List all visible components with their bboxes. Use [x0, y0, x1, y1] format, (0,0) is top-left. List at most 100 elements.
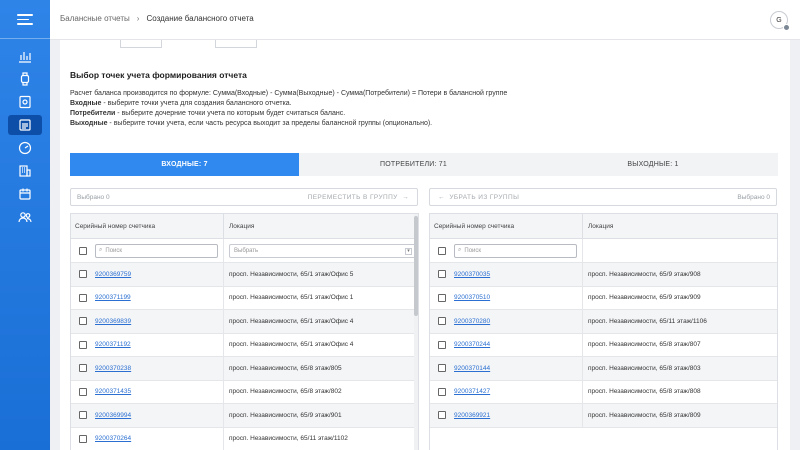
table-row[interactable]: 9200370280 просп. Независимости, 65/11 эт…: [430, 310, 777, 334]
row-checkbox[interactable]: [79, 387, 87, 396]
select-all-checkbox[interactable]: [79, 246, 87, 255]
sidebar-item-users[interactable]: [8, 207, 42, 227]
serial-link[interactable]: 9200370280: [454, 318, 490, 325]
table-row[interactable]: 9200371192 просп. Независимости, 65/1 эта…: [71, 333, 418, 357]
table-row[interactable]: 9200370264 просп. Независимости, 65/11 эт…: [71, 427, 418, 450]
consumers-desc: - выберите дочерние точки учета по котор…: [115, 110, 346, 117]
row-checkbox-cell: [71, 317, 95, 326]
row-checkbox-cell: [71, 364, 95, 373]
row-checkbox-cell: [430, 340, 454, 349]
row-checkbox[interactable]: [79, 434, 87, 443]
table-row[interactable]: 9200371427 просп. Независимости, 65/8 эта…: [430, 380, 777, 404]
table-row[interactable]: 9200369921 просп. Независимости, 65/8 эта…: [430, 404, 777, 428]
location-cell: просп. Независимости, 65/11 этаж/1106: [588, 317, 707, 325]
row-checkbox-cell: [430, 270, 454, 279]
remove-from-group-button[interactable]: ← УБРАТЬ ИЗ ГРУППЫ: [438, 194, 519, 201]
row-checkbox[interactable]: [79, 364, 87, 373]
remove-from-group-label: УБРАТЬ ИЗ ГРУППЫ: [449, 194, 520, 201]
table-header: Серийный номер счетчика Локация: [71, 214, 418, 239]
sidebar-item-calendar[interactable]: [8, 184, 42, 204]
row-checkbox-cell: [71, 293, 95, 302]
row-checkbox[interactable]: [438, 293, 446, 302]
move-to-group-button[interactable]: ПЕРЕМЕСТИТЬ В ГРУППУ →: [308, 194, 409, 201]
row-checkbox[interactable]: [438, 411, 446, 420]
table-row[interactable]: 9200370244 просп. Независимости, 65/8 эта…: [430, 333, 777, 357]
row-checkbox-cell: [430, 387, 454, 396]
serial-link[interactable]: 9200370264: [95, 435, 131, 442]
row-checkbox[interactable]: [79, 293, 87, 302]
serial-cell: 9200369759: [95, 263, 224, 286]
serial-cell: 9200371192: [95, 333, 224, 356]
location-filter-select[interactable]: Выбрать ▾: [229, 243, 416, 258]
column-location: Локация: [229, 223, 255, 230]
serial-search-input[interactable]: ⌕ Поиск: [95, 243, 218, 258]
table-scrollbar[interactable]: [414, 214, 418, 450]
breadcrumb-parent-link[interactable]: Балансные отчеты: [60, 14, 130, 23]
row-checkbox[interactable]: [79, 411, 87, 420]
serial-cell: 9200370035: [454, 263, 583, 286]
row-checkbox-cell: [430, 293, 454, 302]
serial-link[interactable]: 9200371427: [454, 388, 490, 395]
serial-link[interactable]: 9200369994: [95, 412, 131, 419]
serial-link[interactable]: 9200369839: [95, 318, 131, 325]
breadcrumb: Балансные отчеты › Создание балансного о…: [60, 14, 254, 23]
table-row[interactable]: 9200371199 просп. Независимости, 65/1 эта…: [71, 286, 418, 310]
tab-consumers[interactable]: ПОТРЕБИТЕЛИ: 71: [299, 153, 528, 176]
serial-search-input[interactable]: ⌕ Поиск: [454, 243, 577, 258]
serial-link[interactable]: 9200371192: [95, 341, 131, 348]
sidebar-item-meters[interactable]: [8, 138, 42, 158]
table-row[interactable]: 9200369839 просп. Независимости, 65/1 эта…: [71, 310, 418, 334]
serial-link[interactable]: 9200370035: [454, 271, 490, 278]
avatar-menu-badge[interactable]: [783, 24, 790, 31]
location-cell: просп. Независимости, 65/8 этаж/808: [588, 388, 701, 396]
serial-link[interactable]: 9200371435: [95, 388, 131, 395]
tab-inputs[interactable]: ВХОДНЫЕ: 7: [70, 153, 299, 176]
select-all-checkbox[interactable]: [438, 246, 446, 255]
table-row[interactable]: 9200370035 просп. Независимости, 65/9 эта…: [430, 263, 777, 287]
serial-link[interactable]: 9200370238: [95, 365, 131, 372]
row-checkbox[interactable]: [79, 317, 87, 326]
sidebar-item-settings[interactable]: [8, 92, 42, 112]
menu-icon[interactable]: [17, 14, 33, 26]
search-icon: ⌕: [99, 247, 103, 253]
row-checkbox-cell: [71, 270, 95, 279]
row-checkbox[interactable]: [438, 270, 446, 279]
serial-link[interactable]: 9200370144: [454, 365, 490, 372]
breadcrumb-current: Создание балансного отчета: [146, 14, 254, 23]
serial-link[interactable]: 9200369921: [454, 412, 490, 419]
arrow-left-icon: ←: [438, 194, 450, 201]
arrow-right-icon: →: [399, 194, 409, 201]
tab-outputs[interactable]: ВЫХОДНЫЕ: 1: [528, 153, 778, 176]
row-checkbox[interactable]: [79, 340, 87, 349]
row-checkbox[interactable]: [79, 270, 87, 279]
column-serial: Серийный номер счетчика: [71, 214, 224, 238]
table-row[interactable]: 9200369759 просп. Независимости, 65/1 эта…: [71, 263, 418, 287]
location-cell: просп. Независимости, 65/9 этаж/901: [229, 411, 342, 419]
row-checkbox[interactable]: [438, 364, 446, 373]
row-checkbox[interactable]: [438, 387, 446, 396]
serial-link[interactable]: 9200371199: [95, 294, 131, 301]
serial-link[interactable]: 9200370510: [454, 294, 490, 301]
row-checkbox[interactable]: [438, 340, 446, 349]
table-row[interactable]: 9200370510 просп. Независимости, 65/9 эта…: [430, 286, 777, 310]
serial-link[interactable]: 9200369759: [95, 271, 131, 278]
sidebar-divider: [0, 38, 50, 39]
outputs-term: Выходные: [70, 120, 108, 127]
serial-link[interactable]: 9200370244: [454, 341, 490, 348]
serial-cell: 9200370238: [95, 357, 224, 380]
section-description: Расчет баланса производится по формуле: …: [70, 89, 540, 129]
inputs-term: Входные: [70, 100, 102, 107]
table-row[interactable]: 9200370238 просп. Независимости, 65/8 эта…: [71, 357, 418, 381]
table-row[interactable]: 9200370144 просп. Независимости, 65/8 эта…: [430, 357, 777, 381]
row-checkbox-cell: [71, 434, 95, 443]
location-cell: просп. Независимости, 65/9 этаж/908: [588, 270, 701, 278]
sidebar-item-charts[interactable]: [8, 46, 42, 66]
sidebar-item-reports[interactable]: [8, 115, 42, 135]
right-selected-count: Выбрано 0: [737, 194, 770, 201]
row-checkbox[interactable]: [438, 317, 446, 326]
table-row[interactable]: 9200369994 просп. Независимости, 65/9 эта…: [71, 404, 418, 428]
sidebar-item-devices[interactable]: [8, 69, 42, 89]
sidebar-item-buildings[interactable]: [8, 161, 42, 181]
table-row[interactable]: 9200371435 просп. Независимости, 65/8 эта…: [71, 380, 418, 404]
scrollbar-thumb[interactable]: [414, 216, 418, 316]
